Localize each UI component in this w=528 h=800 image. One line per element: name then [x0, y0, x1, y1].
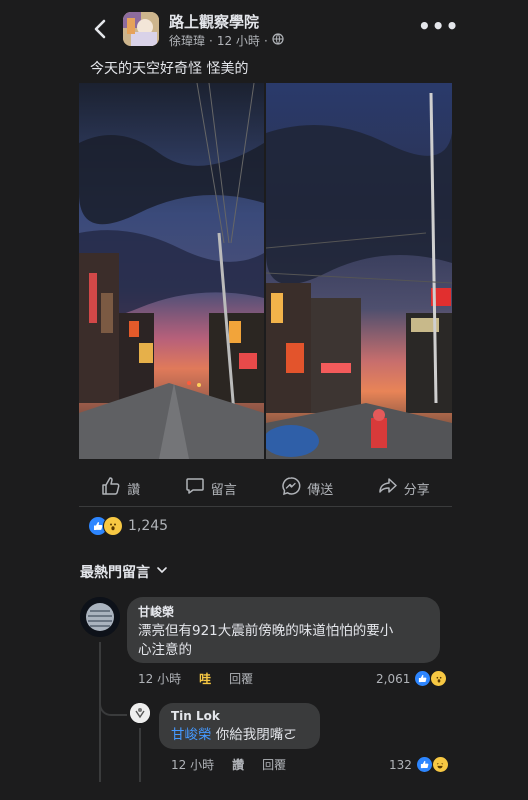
send-label: 傳送	[307, 482, 334, 498]
post-photo-left[interactable]	[79, 83, 264, 459]
reply-author-name[interactable]: Tin Lok	[171, 709, 220, 723]
comment-label: 留言	[210, 482, 237, 498]
messenger-icon	[281, 476, 301, 500]
reply-bubble: Tin Lok 甘峻榮 你給我閉嘴ㄛ	[159, 703, 320, 749]
thumbs-up-icon	[101, 476, 121, 500]
comment-text-line-1: 漂亮但有921大震前傍晚的味道怕怕的要小	[138, 623, 394, 639]
more-options-icon[interactable]: •••	[418, 14, 459, 38]
reply-button[interactable]: 回覆	[229, 670, 253, 687]
reply-reaction-count: 132	[389, 757, 412, 772]
like-reaction-icon	[415, 756, 433, 773]
reply-body: 你給我閉嘴ㄛ	[211, 727, 297, 743]
meta-separator: ·	[209, 33, 213, 48]
globe-icon	[272, 33, 284, 48]
post-header: 路上觀察學院 徐瑋瑋 · 12 小時 · •••	[0, 0, 528, 58]
comment-time[interactable]: 12 小時	[138, 670, 181, 687]
post-meta: 徐瑋瑋 · 12 小時 ·	[169, 32, 284, 49]
like-button[interactable]: 讚	[101, 476, 140, 500]
wow-reaction-icon	[430, 670, 448, 687]
reply-like-button[interactable]: 讚	[232, 756, 244, 773]
post-actions: 讚 留言 傳送 分享	[79, 470, 452, 506]
comment-icon	[185, 476, 205, 500]
reply-avatar[interactable]	[130, 703, 150, 723]
reply-meta: 12 小時 讚 回覆	[171, 756, 286, 773]
like-reaction-icon	[414, 670, 432, 687]
comment-meta: 12 小時 哇 回覆	[138, 670, 253, 687]
reaction-summary[interactable]: 1,245	[88, 516, 168, 536]
comment-sort-dropdown[interactable]: 最熱門留言	[80, 562, 168, 582]
haha-reaction-icon	[431, 756, 449, 773]
reply-time[interactable]: 12 小時	[171, 756, 214, 773]
reply-connector	[99, 690, 127, 716]
reply-thread-line	[139, 728, 141, 782]
mention-link[interactable]: 甘峻榮	[171, 727, 212, 743]
share-icon	[378, 476, 398, 500]
meta-separator-2: ·	[263, 33, 268, 48]
group-avatar[interactable]	[123, 12, 159, 46]
commenter-name[interactable]: 甘峻榮	[138, 603, 174, 620]
comment-text-line-2: 心注意的	[138, 642, 192, 658]
reaction-count: 1,245	[128, 518, 169, 534]
post-caption: 今天的天空好奇怪 怪美的	[90, 61, 249, 77]
thread-line	[99, 642, 101, 782]
reply-reply-button[interactable]: 回覆	[262, 756, 286, 773]
comment-reaction-summary[interactable]: 2,061	[376, 670, 448, 687]
send-button[interactable]: 傳送	[281, 476, 333, 500]
comment-button[interactable]: 留言	[185, 476, 237, 500]
post-photo-right[interactable]	[266, 83, 452, 459]
divider	[79, 506, 452, 507]
group-name[interactable]: 路上觀察學院	[169, 11, 259, 32]
comment-reaction-count: 2,061	[376, 671, 411, 686]
avatar[interactable]	[80, 597, 120, 637]
post-time[interactable]: 12 小時	[217, 32, 260, 49]
comment-reaction-label[interactable]: 哇	[199, 670, 211, 687]
like-label: 讚	[127, 482, 141, 498]
author-name[interactable]: 徐瑋瑋	[169, 32, 205, 49]
back-icon[interactable]	[90, 17, 112, 41]
share-label: 分享	[403, 482, 430, 498]
sort-label: 最熱門留言	[80, 565, 150, 581]
share-button[interactable]: 分享	[378, 476, 430, 500]
chevron-down-icon	[156, 564, 168, 580]
comment-bubble: 甘峻榮 漂亮但有921大震前傍晚的味道怕怕的要小 心注意的	[127, 597, 440, 663]
reply-text: 甘峻榮 你給我閉嘴ㄛ	[171, 725, 297, 745]
reply-reaction-summary[interactable]: 132	[389, 756, 449, 773]
wow-reaction-icon	[103, 516, 123, 536]
